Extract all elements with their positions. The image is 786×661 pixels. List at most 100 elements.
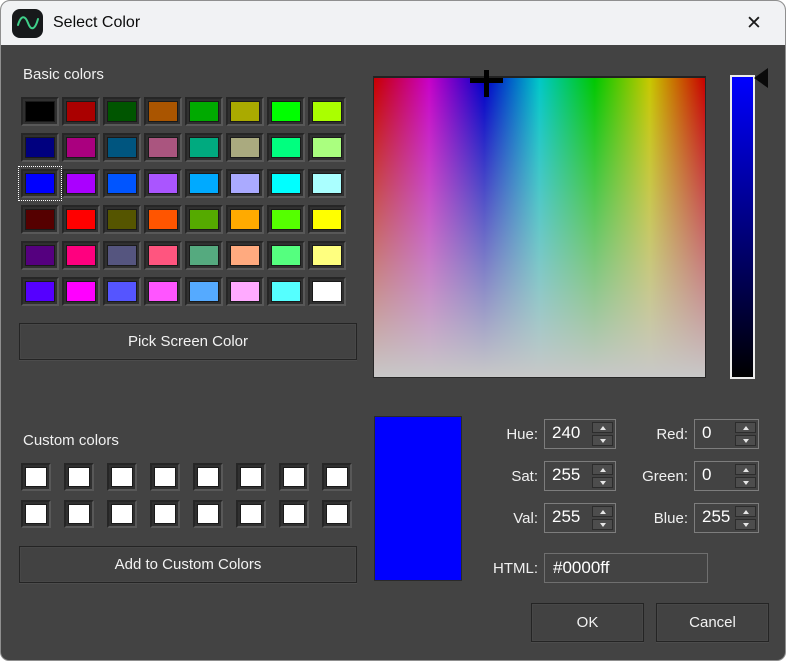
basic-color-swatch[interactable] bbox=[144, 277, 182, 306]
app-icon bbox=[12, 9, 43, 38]
blue-value[interactable]: 255 bbox=[695, 504, 735, 532]
basic-color-swatch[interactable] bbox=[267, 133, 305, 162]
custom-color-swatch[interactable] bbox=[21, 500, 51, 528]
basic-color-swatch[interactable] bbox=[308, 169, 346, 198]
custom-color-swatch[interactable] bbox=[193, 500, 223, 528]
basic-color-swatch[interactable] bbox=[185, 169, 223, 198]
basic-color-swatch[interactable] bbox=[267, 241, 305, 270]
custom-color-swatch[interactable] bbox=[279, 500, 309, 528]
basic-color-swatch[interactable] bbox=[185, 205, 223, 234]
basic-color-swatch[interactable] bbox=[62, 169, 100, 198]
basic-color-swatch[interactable] bbox=[308, 97, 346, 126]
custom-color-swatch[interactable] bbox=[64, 500, 94, 528]
basic-color-swatch[interactable] bbox=[21, 205, 59, 234]
blue-decrement-button[interactable] bbox=[735, 519, 756, 530]
basic-color-swatch[interactable] bbox=[226, 97, 264, 126]
basic-color-swatch[interactable] bbox=[62, 277, 100, 306]
blue-spinbox[interactable]: 255 bbox=[694, 503, 759, 533]
basic-color-swatch[interactable] bbox=[103, 241, 141, 270]
basic-color-swatch[interactable] bbox=[21, 277, 59, 306]
basic-color-swatch[interactable] bbox=[103, 205, 141, 234]
basic-color-swatch[interactable] bbox=[185, 97, 223, 126]
basic-color-swatch[interactable] bbox=[267, 169, 305, 198]
basic-color-swatch[interactable] bbox=[308, 241, 346, 270]
basic-color-swatch[interactable] bbox=[226, 241, 264, 270]
title-bar[interactable]: Select Color ✕ bbox=[1, 1, 785, 45]
val-value[interactable]: 255 bbox=[545, 504, 592, 532]
basic-color-swatch[interactable] bbox=[103, 169, 141, 198]
basic-color-swatch[interactable] bbox=[103, 97, 141, 126]
basic-color-swatch[interactable] bbox=[21, 133, 59, 162]
basic-color-swatch[interactable] bbox=[144, 133, 182, 162]
value-luminance-slider[interactable] bbox=[730, 75, 755, 379]
html-hex-input[interactable]: #0000ff bbox=[544, 553, 708, 583]
basic-color-swatch[interactable] bbox=[267, 97, 305, 126]
custom-color-swatch[interactable] bbox=[64, 463, 94, 491]
basic-color-swatch[interactable] bbox=[226, 133, 264, 162]
close-button[interactable]: ✕ bbox=[731, 1, 777, 45]
swatch-color-fill bbox=[189, 281, 219, 302]
red-increment-button[interactable] bbox=[735, 422, 756, 433]
value-slider-arrow-indicator[interactable] bbox=[754, 68, 768, 88]
basic-color-swatch[interactable] bbox=[62, 133, 100, 162]
sat-value[interactable]: 255 bbox=[545, 462, 592, 490]
custom-color-swatch[interactable] bbox=[322, 463, 352, 491]
custom-color-swatch[interactable] bbox=[107, 463, 137, 491]
custom-color-swatch[interactable] bbox=[21, 463, 51, 491]
custom-color-swatch[interactable] bbox=[236, 500, 266, 528]
green-spinbox[interactable]: 0 bbox=[694, 461, 759, 491]
red-spinbox[interactable]: 0 bbox=[694, 419, 759, 449]
basic-color-swatch[interactable] bbox=[267, 205, 305, 234]
swatch-color-fill bbox=[326, 467, 348, 487]
red-value[interactable]: 0 bbox=[695, 420, 735, 448]
hue-value[interactable]: 240 bbox=[545, 420, 592, 448]
basic-color-swatch[interactable] bbox=[308, 133, 346, 162]
basic-color-swatch[interactable] bbox=[226, 277, 264, 306]
swatch-color-fill bbox=[25, 245, 55, 266]
basic-color-swatch[interactable] bbox=[21, 169, 59, 198]
custom-color-swatch[interactable] bbox=[279, 463, 309, 491]
basic-color-swatch[interactable] bbox=[62, 205, 100, 234]
red-decrement-button[interactable] bbox=[735, 435, 756, 446]
hue-saturation-picker[interactable] bbox=[373, 76, 706, 378]
swatch-color-fill bbox=[230, 137, 260, 158]
hue-label: Hue: bbox=[431, 426, 538, 443]
custom-color-swatch[interactable] bbox=[193, 463, 223, 491]
green-decrement-button[interactable] bbox=[735, 477, 756, 488]
basic-color-swatch[interactable] bbox=[62, 97, 100, 126]
basic-color-swatch[interactable] bbox=[62, 241, 100, 270]
green-increment-button[interactable] bbox=[735, 464, 756, 475]
cancel-button[interactable]: Cancel bbox=[656, 603, 769, 642]
custom-color-swatch[interactable] bbox=[322, 500, 352, 528]
basic-color-swatch[interactable] bbox=[144, 205, 182, 234]
green-value[interactable]: 0 bbox=[695, 462, 735, 490]
custom-color-swatch[interactable] bbox=[150, 463, 180, 491]
basic-color-swatch[interactable] bbox=[103, 133, 141, 162]
basic-color-swatch[interactable] bbox=[144, 97, 182, 126]
basic-color-swatch[interactable] bbox=[21, 241, 59, 270]
basic-color-swatch[interactable] bbox=[103, 277, 141, 306]
basic-color-swatch[interactable] bbox=[226, 205, 264, 234]
basic-color-swatch[interactable] bbox=[185, 277, 223, 306]
pick-screen-color-button[interactable]: Pick Screen Color bbox=[19, 323, 357, 360]
custom-color-swatch[interactable] bbox=[150, 500, 180, 528]
basic-color-swatch[interactable] bbox=[21, 97, 59, 126]
swatch-color-fill bbox=[271, 209, 301, 230]
swatch-color-fill bbox=[271, 101, 301, 122]
custom-color-swatch[interactable] bbox=[107, 500, 137, 528]
basic-color-swatch[interactable] bbox=[267, 277, 305, 306]
swatch-color-fill bbox=[107, 101, 137, 122]
ok-button[interactable]: OK bbox=[531, 603, 644, 642]
basic-color-swatch[interactable] bbox=[144, 241, 182, 270]
basic-color-swatch[interactable] bbox=[308, 205, 346, 234]
basic-color-swatch[interactable] bbox=[185, 241, 223, 270]
custom-color-swatch[interactable] bbox=[236, 463, 266, 491]
swatch-color-fill bbox=[25, 504, 47, 524]
add-to-custom-colors-button[interactable]: Add to Custom Colors bbox=[19, 546, 357, 583]
swatch-color-fill bbox=[312, 281, 342, 302]
basic-color-swatch[interactable] bbox=[226, 169, 264, 198]
basic-color-swatch[interactable] bbox=[185, 133, 223, 162]
blue-increment-button[interactable] bbox=[735, 506, 756, 517]
basic-color-swatch[interactable] bbox=[308, 277, 346, 306]
basic-color-swatch[interactable] bbox=[144, 169, 182, 198]
